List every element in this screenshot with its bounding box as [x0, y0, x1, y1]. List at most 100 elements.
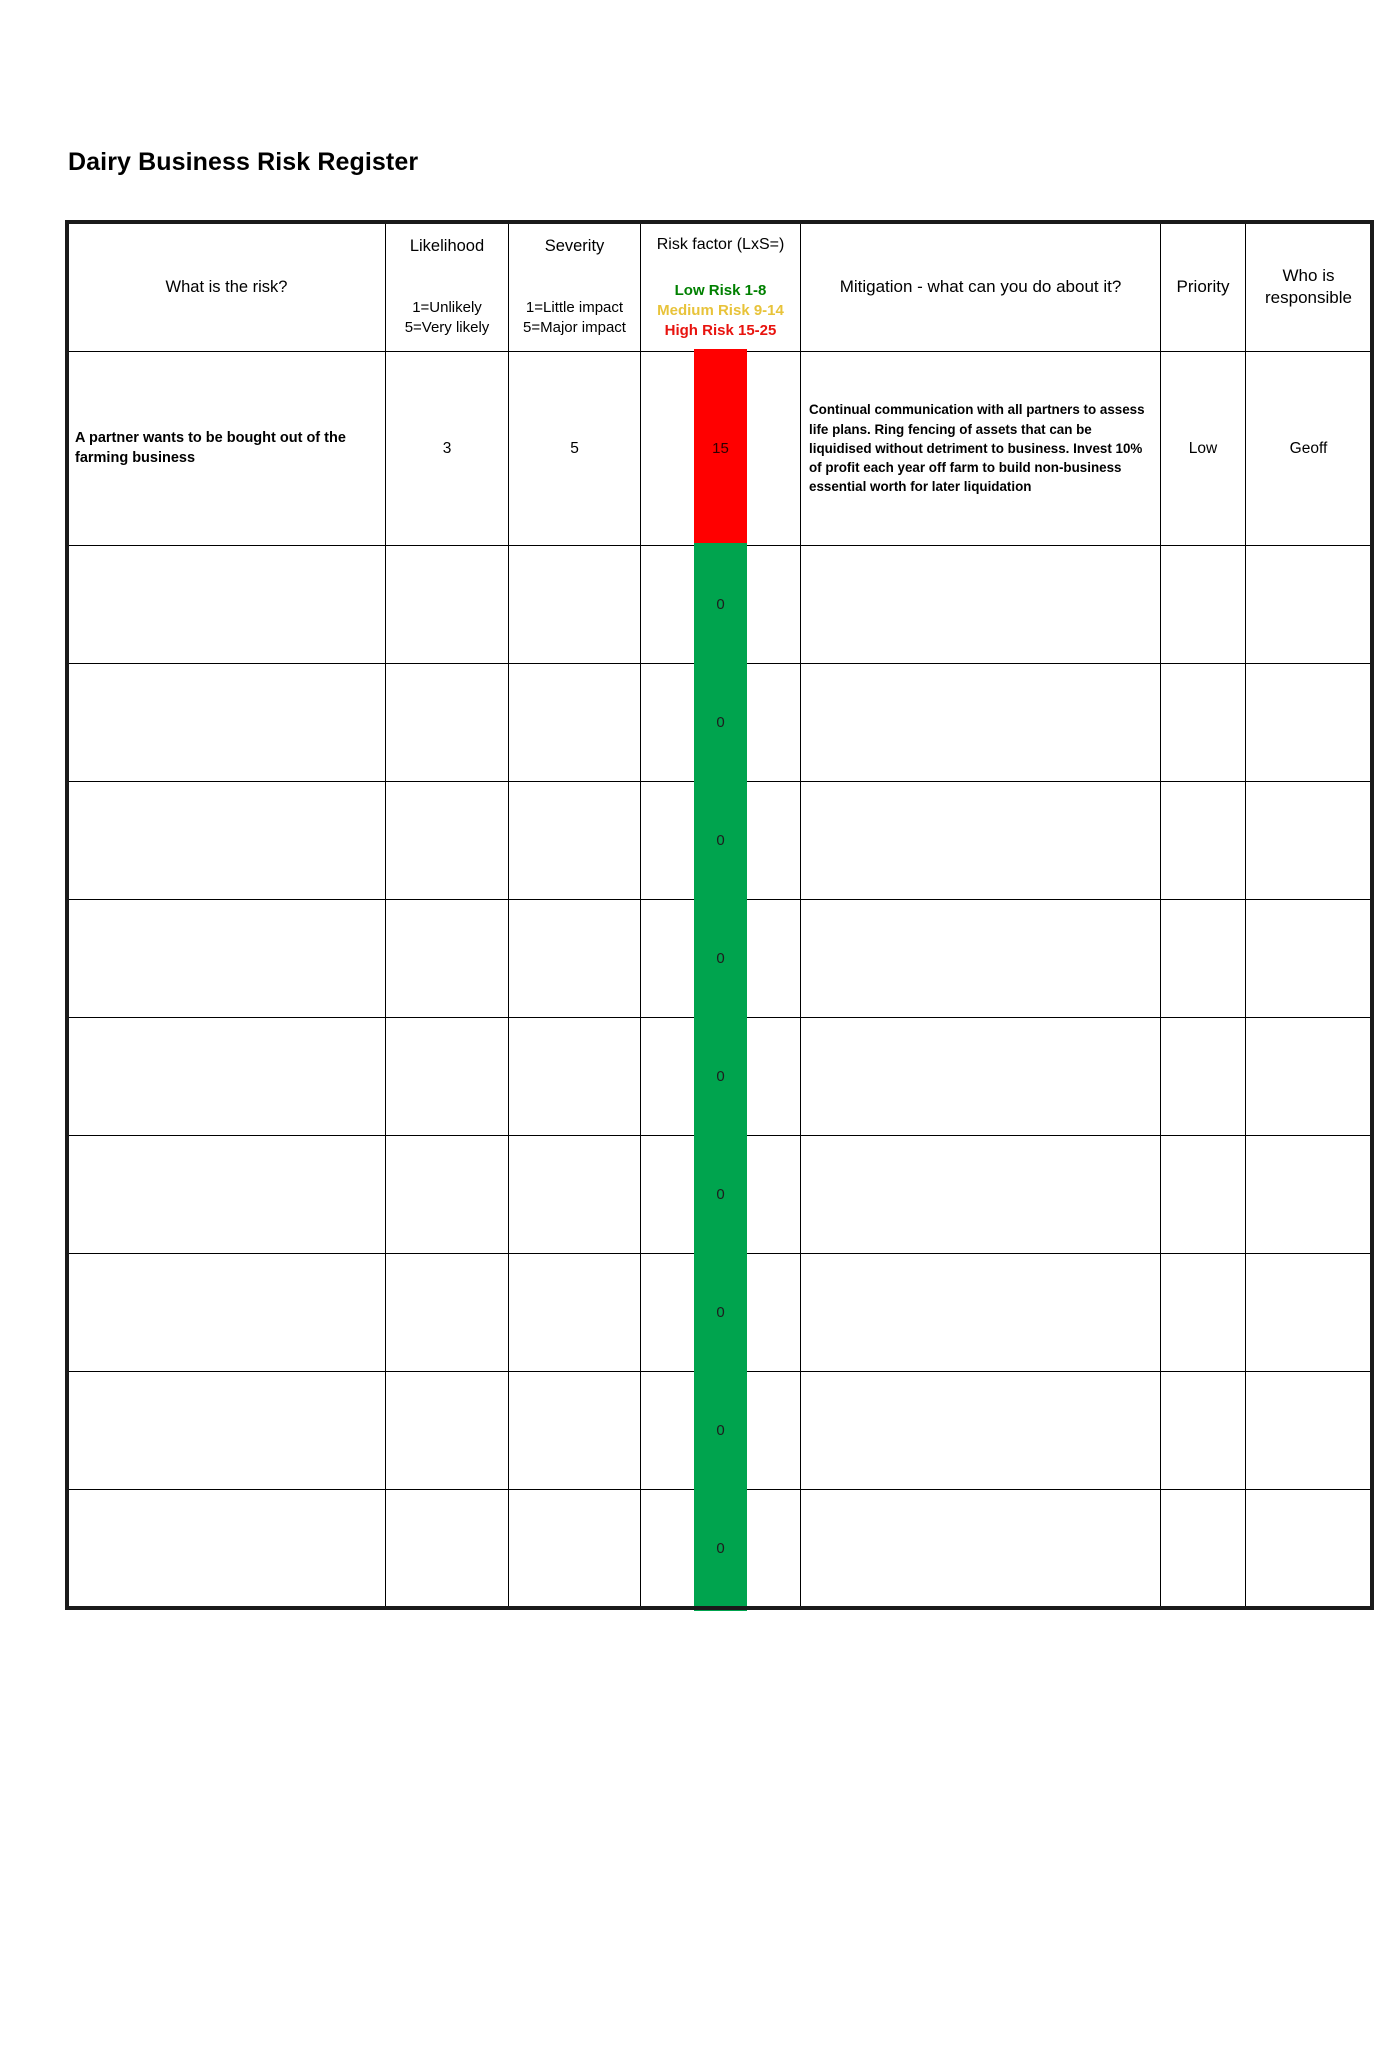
cell-mitigation-text [801, 837, 1160, 845]
cell-priority[interactable] [1160, 781, 1246, 900]
col-header-likelihood: Likelihood 1=Unlikely 5=Very likely [385, 222, 509, 352]
cell-severity[interactable] [508, 1017, 641, 1136]
cell-risk-factor[interactable] [640, 899, 801, 1018]
cell-mitigation[interactable]: Continual communication with all partner… [800, 351, 1161, 546]
cell-risk-factor[interactable] [640, 1489, 801, 1608]
cell-priority[interactable] [1160, 663, 1246, 782]
cell-risk-factor[interactable] [640, 663, 801, 782]
cell-likelihood[interactable] [385, 1371, 509, 1490]
cell-likelihood[interactable] [385, 1017, 509, 1136]
cell-mitigation[interactable] [800, 663, 1161, 782]
cell-priority[interactable] [1160, 899, 1246, 1018]
legend-low-risk: Low Risk 1-8 [674, 282, 767, 300]
cell-likelihood[interactable] [385, 545, 509, 664]
cell-likelihood[interactable] [385, 899, 509, 1018]
cell-responsible[interactable] [1245, 1253, 1372, 1372]
cell-likelihood[interactable] [385, 1135, 509, 1254]
cell-mitigation[interactable] [800, 1017, 1161, 1136]
cell-risk[interactable] [67, 1371, 386, 1490]
table-row[interactable] [67, 781, 1372, 900]
cell-severity[interactable] [508, 1135, 641, 1254]
cell-risk[interactable] [67, 1253, 386, 1372]
cell-likelihood[interactable]: 3 [385, 351, 509, 546]
cell-risk-factor[interactable] [640, 1253, 801, 1372]
cell-mitigation[interactable] [800, 1253, 1161, 1372]
cell-mitigation[interactable] [800, 1135, 1161, 1254]
table-row[interactable] [67, 1371, 1372, 1490]
cell-priority[interactable] [1160, 1371, 1246, 1490]
cell-severity[interactable] [508, 1253, 641, 1372]
cell-risk-factor[interactable] [640, 781, 801, 900]
cell-risk-factor[interactable] [640, 351, 801, 546]
severity-scale-max: 5=Major impact [523, 318, 626, 336]
table-row[interactable] [67, 663, 1372, 782]
table-row[interactable] [67, 899, 1372, 1018]
cell-responsible[interactable] [1245, 545, 1372, 664]
table-row[interactable] [67, 1253, 1372, 1372]
table-row[interactable]: A partner wants to be bought out of the … [67, 351, 1372, 546]
cell-mitigation[interactable] [800, 1371, 1161, 1490]
cell-priority[interactable] [1160, 545, 1246, 664]
cell-severity[interactable] [508, 1489, 641, 1608]
cell-risk[interactable] [67, 1489, 386, 1608]
cell-severity[interactable] [508, 899, 641, 1018]
cell-priority[interactable] [1160, 1489, 1246, 1608]
cell-risk[interactable] [67, 663, 386, 782]
cell-mitigation[interactable] [800, 545, 1161, 664]
cell-severity[interactable] [508, 545, 641, 664]
responsible-label-line1: Who is [1282, 265, 1335, 285]
document-page: Dairy Business Risk Register What is the… [0, 0, 1389, 2048]
cell-risk[interactable] [67, 1017, 386, 1136]
table-row[interactable] [67, 1489, 1372, 1608]
cell-responsible[interactable] [1245, 1489, 1372, 1608]
cell-likelihood[interactable] [385, 1253, 509, 1372]
cell-mitigation[interactable] [800, 1489, 1161, 1608]
cell-responsible[interactable] [1245, 1017, 1372, 1136]
col-header-priority: Priority [1160, 222, 1246, 352]
col-header-responsible-label: Who is responsible [1246, 261, 1371, 313]
cell-responsible[interactable] [1245, 781, 1372, 900]
cell-likelihood[interactable] [385, 1489, 509, 1608]
cell-likelihood[interactable] [385, 663, 509, 782]
table-row[interactable] [67, 545, 1372, 664]
cell-mitigation[interactable] [800, 899, 1161, 1018]
cell-risk[interactable] [67, 545, 386, 664]
cell-responsible[interactable] [1245, 1135, 1372, 1254]
cell-risk[interactable]: A partner wants to be bought out of the … [67, 351, 386, 546]
cell-mitigation-text [801, 1309, 1160, 1317]
cell-risk[interactable] [67, 899, 386, 1018]
cell-priority[interactable]: Low [1160, 351, 1246, 546]
cell-risk-text: A partner wants to be bought out of the … [75, 429, 346, 466]
cell-responsible[interactable] [1245, 1371, 1372, 1490]
cell-risk-factor[interactable] [640, 545, 801, 664]
col-header-risk: What is the risk? [67, 222, 386, 352]
cell-mitigation[interactable] [800, 781, 1161, 900]
cell-responsible[interactable]: Geoff [1245, 351, 1372, 546]
cell-severity[interactable] [508, 1371, 641, 1490]
cell-priority[interactable] [1160, 1135, 1246, 1254]
cell-risk-text [68, 1073, 385, 1081]
header-row: What is the risk? Likelihood 1=Unlikely … [67, 222, 1372, 352]
table-row[interactable] [67, 1017, 1372, 1136]
responsible-label-line2: responsible [1265, 288, 1352, 307]
cell-responsible[interactable] [1245, 663, 1372, 782]
col-header-risk-factor-label: Risk factor (LxS=) [656, 236, 785, 253]
cell-likelihood[interactable] [385, 781, 509, 900]
cell-risk[interactable] [67, 781, 386, 900]
cell-severity[interactable] [508, 663, 641, 782]
cell-risk-factor[interactable] [640, 1135, 801, 1254]
col-header-mitigation: Mitigation - what can you do about it? [800, 222, 1161, 352]
cell-severity[interactable]: 5 [508, 351, 641, 546]
cell-risk-factor[interactable] [640, 1017, 801, 1136]
cell-priority[interactable] [1160, 1253, 1246, 1372]
col-header-mitigation-label: Mitigation - what can you do about it? [839, 276, 1122, 296]
cell-risk[interactable] [67, 1135, 386, 1254]
cell-mitigation-text [801, 1191, 1160, 1199]
cell-severity[interactable] [508, 781, 641, 900]
risk-level-legend: Low Risk 1-8 Medium Risk 9-14 High Risk … [643, 281, 798, 341]
cell-mitigation-text [801, 601, 1160, 609]
cell-responsible[interactable] [1245, 899, 1372, 1018]
cell-priority[interactable] [1160, 1017, 1246, 1136]
cell-risk-factor[interactable] [640, 1371, 801, 1490]
table-row[interactable] [67, 1135, 1372, 1254]
